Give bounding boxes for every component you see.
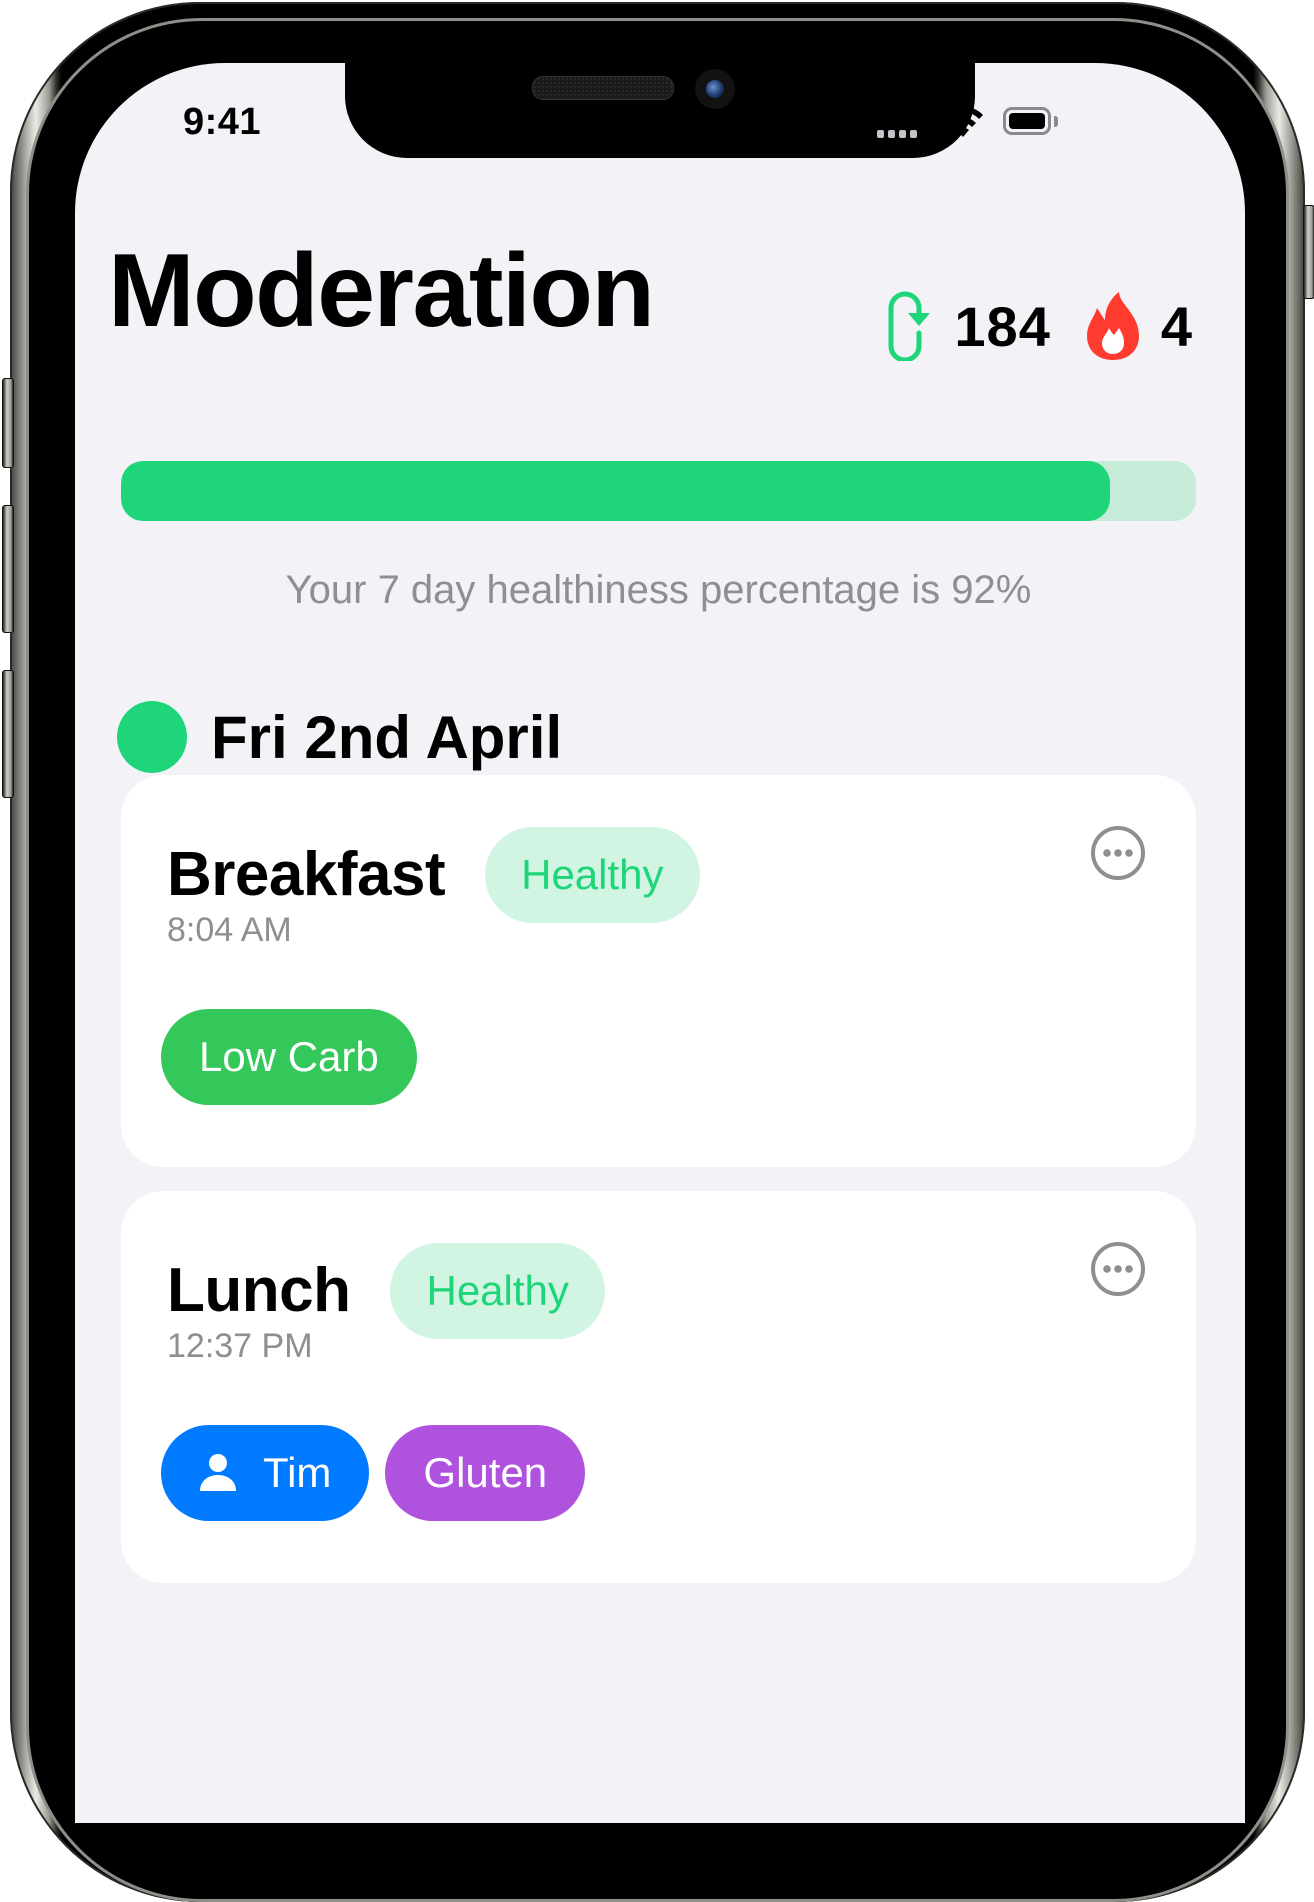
tag-label: Gluten bbox=[423, 1449, 548, 1496]
page-title: Moderation bbox=[108, 233, 655, 349]
healthiness-progress-fill bbox=[121, 461, 1110, 521]
status-time: 9:41 bbox=[183, 101, 262, 143]
refresh-cycle-icon bbox=[888, 291, 931, 361]
tag-person-tim[interactable]: Tim bbox=[161, 1425, 370, 1521]
device-power-button bbox=[1303, 205, 1314, 299]
stat-streak-value: 4 bbox=[1160, 294, 1193, 358]
battery-icon bbox=[1003, 107, 1051, 135]
day-header: Fri 2nd April bbox=[117, 701, 562, 773]
stat-streak[interactable]: 4 bbox=[1085, 290, 1193, 362]
healthiness-progress-bar bbox=[121, 461, 1196, 521]
wifi-icon bbox=[943, 106, 983, 137]
healthy-badge: Healthy bbox=[390, 1243, 605, 1339]
person-icon bbox=[199, 1453, 237, 1493]
notch bbox=[345, 63, 975, 158]
header-stats: 184 4 bbox=[886, 285, 1193, 367]
meal-tags: Tim Gluten bbox=[161, 1425, 586, 1521]
tag-label: Low Carb bbox=[199, 1033, 379, 1080]
meal-card-header: Breakfast Healthy bbox=[167, 827, 700, 923]
tag-label: Tim bbox=[263, 1449, 332, 1496]
front-camera bbox=[695, 69, 735, 109]
earpiece-speaker bbox=[532, 76, 674, 100]
stat-total-meals-value: 184 bbox=[954, 294, 1051, 358]
device-volume-down-button bbox=[2, 670, 14, 798]
meal-name: Breakfast bbox=[167, 840, 446, 909]
meal-name: Lunch bbox=[167, 1256, 351, 1325]
healthy-badge: Healthy bbox=[485, 827, 700, 923]
device-mute-switch bbox=[2, 378, 14, 468]
app-screen: 9:41 Moderation 184 4 Your 7 day healthi… bbox=[75, 63, 1245, 1823]
day-label: Fri 2nd April bbox=[211, 703, 563, 771]
device-volume-up-button bbox=[2, 505, 14, 633]
tag-gluten[interactable]: Gluten bbox=[385, 1425, 586, 1521]
healthiness-caption: Your 7 day healthiness percentage is 92% bbox=[285, 568, 1032, 612]
flame-icon bbox=[1086, 292, 1139, 360]
meal-card-header: Lunch Healthy bbox=[167, 1243, 605, 1339]
meal-time: 12:37 PM bbox=[167, 1327, 313, 1365]
meal-tags: Low Carb bbox=[161, 1009, 417, 1105]
meal-card-breakfast[interactable]: Breakfast Healthy 8:04 AM Low Carb bbox=[121, 775, 1196, 1167]
ellipsis-circle-icon[interactable] bbox=[1090, 1241, 1146, 1297]
cellular-signal-icon bbox=[877, 130, 917, 138]
battery-tip bbox=[1054, 116, 1058, 127]
meal-time: 8:04 AM bbox=[167, 911, 292, 949]
tag-low-carb[interactable]: Low Carb bbox=[161, 1009, 417, 1105]
meal-card-lunch[interactable]: Lunch Healthy 12:37 PM Tim Gluten bbox=[121, 1191, 1196, 1583]
day-status-dot bbox=[117, 701, 187, 773]
ellipsis-circle-icon[interactable] bbox=[1090, 825, 1146, 881]
stat-total-meals[interactable]: 184 bbox=[886, 291, 1050, 361]
